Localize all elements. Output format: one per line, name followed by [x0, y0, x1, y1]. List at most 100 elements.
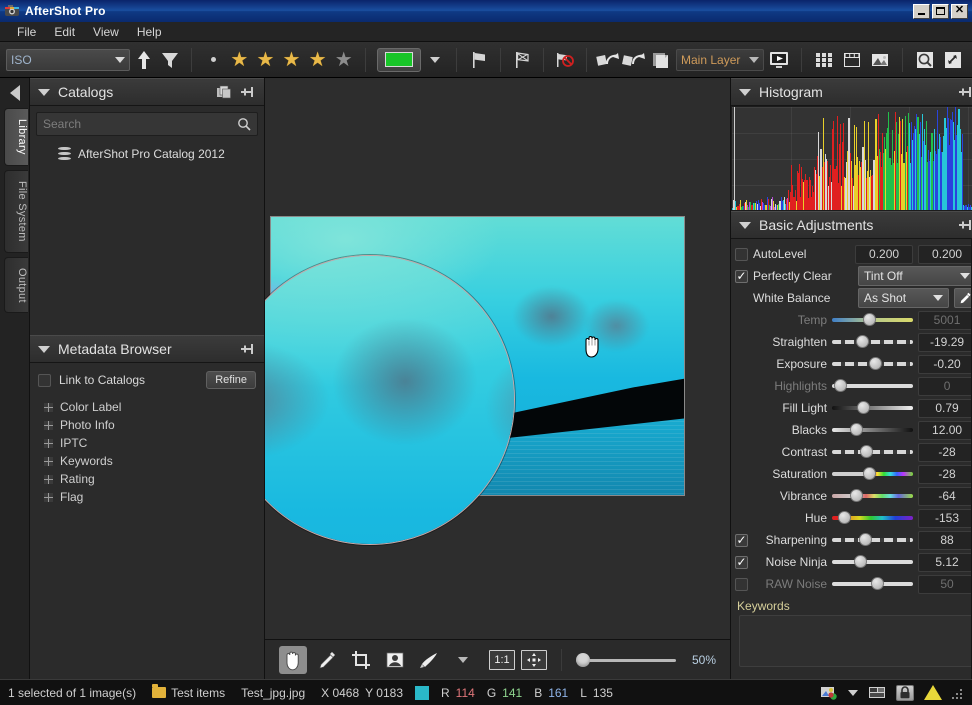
rating-star-2[interactable]: ★	[253, 47, 277, 73]
profile-dropdown-icon[interactable]	[848, 689, 858, 696]
slider-knob[interactable]	[870, 577, 884, 590]
sort-field-select[interactable]: ISO	[6, 48, 130, 71]
crop-tool-button[interactable]	[347, 646, 375, 674]
slider-control[interactable]	[832, 465, 914, 483]
slider-value[interactable]: 88	[918, 530, 972, 550]
zoom-slider-knob[interactable]	[576, 652, 590, 667]
expand-icon[interactable]	[44, 492, 53, 502]
slider-knob[interactable]	[837, 511, 851, 524]
sharpening-checkbox[interactable]	[735, 533, 749, 547]
fit-to-window-button[interactable]	[521, 649, 547, 670]
pin-icon[interactable]	[240, 341, 256, 357]
metadata-tree-item-keywords[interactable]: Keywords	[38, 452, 256, 470]
slider-value[interactable]: 12.00	[918, 420, 972, 440]
pin-icon[interactable]	[958, 217, 972, 233]
rating-zero-button[interactable]	[201, 47, 225, 73]
expand-icon[interactable]	[44, 474, 53, 484]
expand-icon[interactable]	[44, 456, 53, 466]
rating-star-5[interactable]: ★	[332, 47, 356, 73]
slider-control[interactable]	[832, 355, 914, 373]
split-view-button[interactable]	[839, 47, 865, 73]
flag-button[interactable]	[466, 47, 490, 73]
expand-icon[interactable]	[44, 402, 53, 412]
keywords-input[interactable]	[739, 615, 972, 667]
fullscreen-button[interactable]	[940, 47, 966, 73]
sidebar-tab-library[interactable]: Library	[4, 108, 28, 166]
rating-star-1[interactable]: ★	[227, 47, 251, 73]
metadata-tree-item-photo-info[interactable]: Photo Info	[38, 416, 256, 434]
color-label-dropdown[interactable]	[423, 47, 447, 73]
menu-file[interactable]: File	[8, 23, 45, 41]
monitor-profile-icon[interactable]	[868, 685, 886, 701]
slider-knob[interactable]	[857, 401, 871, 414]
catalogs-header[interactable]: Catalogs	[30, 78, 264, 106]
white-balance-select[interactable]: As Shot	[858, 288, 950, 308]
metadata-tree-item-iptc[interactable]: IPTC	[38, 434, 256, 452]
slider-value[interactable]: -0.20	[918, 354, 972, 374]
brush-tool-button[interactable]	[415, 646, 443, 674]
expand-icon[interactable]	[44, 420, 53, 430]
histogram-header[interactable]: Histogram	[731, 78, 972, 106]
loupe-magnifier[interactable]	[265, 255, 515, 545]
collapse-left-button[interactable]	[0, 78, 29, 108]
slider-value[interactable]: -64	[918, 486, 972, 506]
slider-value[interactable]: 0.79	[918, 398, 972, 418]
chevron-down-icon[interactable]	[38, 88, 50, 96]
menu-view[interactable]: View	[84, 23, 128, 41]
rotate-left-button[interactable]	[596, 47, 620, 73]
reject-button[interactable]	[553, 47, 577, 73]
slider-knob[interactable]	[855, 335, 869, 348]
layers-button[interactable]	[648, 47, 674, 73]
slider-control[interactable]	[832, 399, 914, 417]
slider-knob[interactable]	[869, 357, 883, 370]
perfectly-clear-checkbox[interactable]	[735, 269, 749, 283]
chevron-down-icon[interactable]	[739, 88, 752, 96]
maximize-button[interactable]	[932, 3, 949, 19]
slider-knob[interactable]	[849, 489, 863, 502]
copy-icon[interactable]	[216, 84, 232, 100]
raw-noise-checkbox[interactable]	[735, 577, 749, 591]
layer-select[interactable]: Main Layer	[676, 48, 764, 71]
image-canvas[interactable]	[265, 213, 731, 639]
tint-select[interactable]: Tint Off	[858, 266, 972, 286]
slider-value[interactable]: 5001	[918, 310, 972, 330]
slider-value[interactable]: -28	[918, 442, 972, 462]
search-icon[interactable]	[237, 117, 251, 131]
grid-view-button[interactable]	[811, 47, 837, 73]
basic-adjustments-header[interactable]: Basic Adjustments	[731, 211, 972, 239]
sidebar-tab-file-system[interactable]: File System	[4, 169, 28, 253]
search-input[interactable]	[43, 117, 237, 131]
filter-button[interactable]	[158, 47, 182, 73]
warning-icon[interactable]	[924, 685, 942, 700]
metadata-tree-item-rating[interactable]: Rating	[38, 470, 256, 488]
slider-knob[interactable]	[833, 379, 847, 392]
redeye-tool-button[interactable]	[381, 646, 409, 674]
resize-grip-icon[interactable]	[952, 687, 964, 699]
zoom-slider[interactable]	[576, 652, 676, 668]
color-label-button[interactable]	[376, 47, 422, 72]
filmstrip-area[interactable]	[265, 78, 731, 213]
unflag-button[interactable]	[510, 47, 534, 73]
eyedropper-tool-button[interactable]	[313, 646, 341, 674]
slider-knob[interactable]	[862, 313, 876, 326]
slider-knob[interactable]	[849, 423, 863, 436]
slider-knob[interactable]	[860, 445, 874, 458]
slider-control[interactable]	[832, 487, 914, 505]
pin-icon[interactable]	[958, 84, 972, 100]
slider-value[interactable]: -28	[918, 464, 972, 484]
autolevel-low-value[interactable]: 0.200	[855, 244, 914, 264]
one-to-one-button[interactable]: 1:1	[489, 649, 515, 670]
noise-ninja-checkbox[interactable]	[735, 555, 749, 569]
color-profile-icon[interactable]	[820, 685, 838, 701]
metadata-tree-item-color-label[interactable]: Color Label	[38, 398, 256, 416]
rotate-right-button[interactable]	[621, 47, 646, 73]
slider-control[interactable]	[832, 531, 914, 549]
slider-control[interactable]	[832, 575, 914, 593]
chevron-down-icon[interactable]	[739, 221, 752, 229]
rating-star-3[interactable]: ★	[279, 47, 303, 73]
slider-value[interactable]: 50	[918, 574, 972, 594]
slider-value[interactable]: -19.29	[918, 332, 972, 352]
brush-options-dropdown[interactable]	[449, 646, 477, 674]
slider-value[interactable]: 0	[918, 376, 972, 396]
slider-value[interactable]: 5.12	[918, 552, 972, 572]
